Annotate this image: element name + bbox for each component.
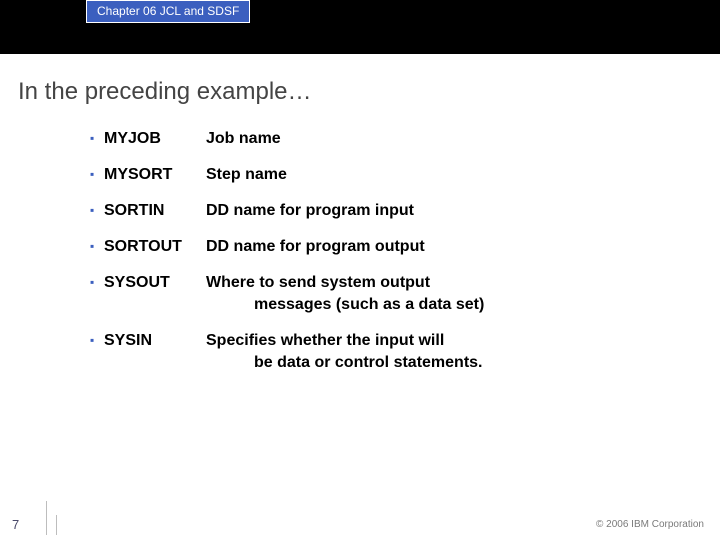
list-item: ▪ SORTOUT DD name for program output xyxy=(90,236,680,258)
term: SYSIN xyxy=(104,330,206,352)
bullet-icon: ▪ xyxy=(90,330,100,350)
term: MYSORT xyxy=(104,164,206,186)
term: SORTIN xyxy=(104,200,206,222)
term: SYSOUT xyxy=(104,272,206,294)
slide-title: In the preceding example… xyxy=(18,78,720,106)
bullet-icon: ▪ xyxy=(90,164,100,184)
description-line: messages (such as a data set) xyxy=(206,294,680,316)
list-item: ▪ MYJOB Job name xyxy=(90,128,680,150)
bullet-icon: ▪ xyxy=(90,200,100,220)
list-item: ▪ SYSIN Specifies whether the input will… xyxy=(90,330,680,374)
content-list: ▪ MYJOB Job name ▪ MYSORT Step name ▪ SO… xyxy=(90,128,680,374)
list-item: ▪ MYSORT Step name xyxy=(90,164,680,186)
footer-rule-icon xyxy=(56,515,57,535)
description-line: be data or control statements. xyxy=(206,352,680,374)
footer-rule-icon xyxy=(46,501,47,535)
chapter-tab: Chapter 06 JCL and SDSF xyxy=(86,0,250,23)
description-line: Where to send system output xyxy=(206,274,430,291)
term: SORTOUT xyxy=(104,236,206,258)
list-item: ▪ SYSOUT Where to send system output mes… xyxy=(90,272,680,316)
copyright: © 2006 IBM Corporation xyxy=(596,519,704,530)
bullet-icon: ▪ xyxy=(90,272,100,292)
description: DD name for program input xyxy=(206,200,680,222)
header-band: Chapter 06 JCL and SDSF xyxy=(0,0,720,54)
bullet-icon: ▪ xyxy=(90,128,100,148)
list-item: ▪ SORTIN DD name for program input xyxy=(90,200,680,222)
description: Specifies whether the input will be data… xyxy=(206,330,680,374)
page-number: 7 xyxy=(12,517,19,532)
description: Job name xyxy=(206,128,680,150)
bullet-icon: ▪ xyxy=(90,236,100,256)
description: Step name xyxy=(206,164,680,186)
term: MYJOB xyxy=(104,128,206,150)
description-line: Specifies whether the input will xyxy=(206,332,444,349)
description: DD name for program output xyxy=(206,236,680,258)
description: Where to send system output messages (su… xyxy=(206,272,680,316)
